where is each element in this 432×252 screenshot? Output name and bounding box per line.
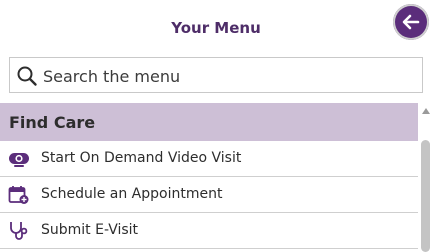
find-care-list: Start On Demand Video Visit Schedule an … bbox=[0, 141, 418, 249]
video-camera-icon bbox=[8, 149, 30, 169]
menu-item-schedule-appointment[interactable]: Schedule an Appointment bbox=[0, 177, 418, 213]
section-header-find-care: Find Care bbox=[0, 103, 418, 141]
calendar-add-icon bbox=[8, 185, 30, 205]
menu-item-label: Submit E-Visit bbox=[41, 222, 139, 238]
menu-item-label: Start On Demand Video Visit bbox=[41, 150, 242, 166]
scroll-up-arrow[interactable] bbox=[422, 108, 430, 114]
search-icon bbox=[17, 66, 37, 86]
back-button[interactable] bbox=[393, 4, 429, 40]
scrollbar-thumb[interactable] bbox=[421, 140, 430, 252]
menu-item-label: Schedule an Appointment bbox=[41, 186, 223, 202]
menu-item-submit-evisit[interactable]: Submit E-Visit bbox=[0, 213, 418, 249]
arrow-left-icon bbox=[402, 14, 420, 30]
menu-item-video-visit[interactable]: Start On Demand Video Visit bbox=[0, 141, 418, 177]
search-input[interactable] bbox=[43, 62, 413, 90]
page-title: Your Menu bbox=[171, 19, 261, 37]
menu-header: Your Menu bbox=[0, 0, 432, 58]
search-box[interactable] bbox=[9, 57, 423, 93]
stethoscope-icon bbox=[8, 221, 30, 241]
